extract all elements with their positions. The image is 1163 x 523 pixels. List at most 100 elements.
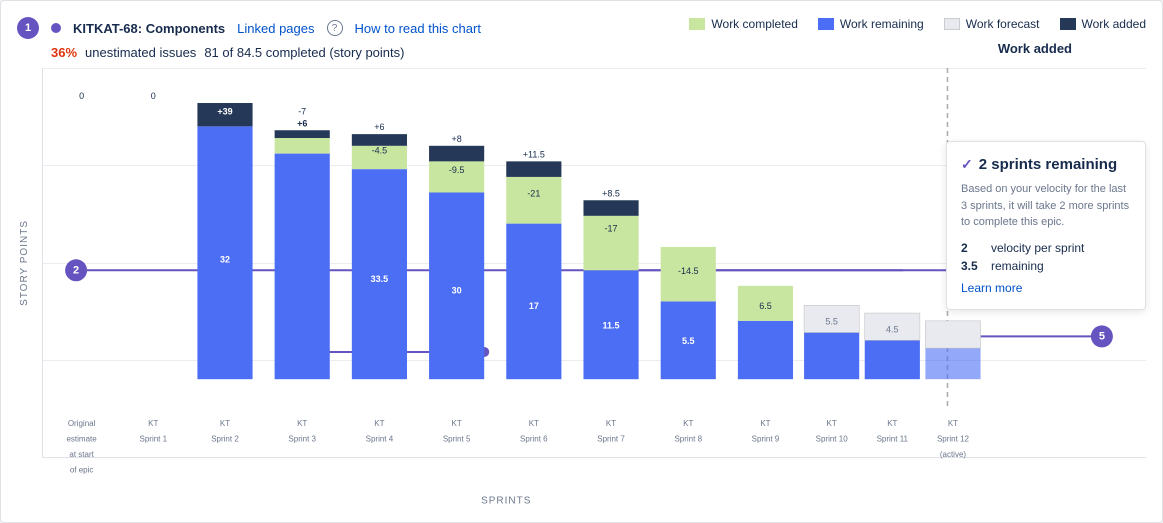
svg-text:Sprint 9: Sprint 9 [752,434,780,443]
svg-text:KT: KT [887,419,897,428]
info-box-description: Based on your velocity for the last 3 sp… [961,181,1131,231]
y-axis-label: STORY POINTS [17,212,32,314]
legend: Work completed Work remaining Work forec… [689,17,1146,31]
legend-box-completed [689,18,705,30]
bar-sprint7: -17 +8.5 11.5 KT Sprint 7 [583,188,638,443]
svg-text:0: 0 [151,91,156,101]
svg-text:of epic: of epic [70,466,94,475]
bar-sprint10: 5.5 KT Sprint 10 [804,305,859,443]
svg-text:2: 2 [73,264,79,276]
legend-work-completed: Work completed [689,17,797,31]
svg-text:-7: -7 [298,107,306,117]
check-icon: ✓ [961,156,973,173]
svg-text:-9.5: -9.5 [449,165,465,175]
help-icon[interactable]: ? [327,20,343,36]
remaining-stat: 3.5 remaining [961,259,1131,273]
bar-sprint2: +39 32 KT Sprint 2 [197,103,252,443]
legend-work-added: Work added [1060,17,1146,31]
legend-label-added: Work added [1082,17,1146,31]
svg-text:5.5: 5.5 [825,317,838,327]
svg-text:11.5: 11.5 [603,321,620,331]
board-name[interactable]: KITKAT-68: Components [73,21,225,36]
svg-text:5.5: 5.5 [682,336,695,346]
svg-text:Sprint 11: Sprint 11 [877,434,909,443]
svg-text:KT: KT [374,419,384,428]
svg-text:-4.5: -4.5 [372,146,388,156]
connector-dot [51,23,61,33]
unestimated-pct: 36% [51,45,77,60]
svg-text:at start: at start [69,450,94,459]
svg-text:(active): (active) [940,450,967,459]
velocity-value: 2 [961,241,985,255]
velocity-stat: 2 velocity per sprint [961,241,1131,255]
svg-text:KT: KT [606,419,616,428]
svg-text:32: 32 [220,255,230,265]
x-axis-label: SPRINTS [481,496,531,507]
remaining-label: remaining [991,259,1044,273]
legend-box-remaining [818,18,834,30]
svg-text:+39: +39 [217,107,232,117]
svg-text:Sprint 6: Sprint 6 [520,434,548,443]
legend-box-forecast [944,18,960,30]
how-to-link[interactable]: How to read this chart [355,21,481,36]
svg-text:Sprint 8: Sprint 8 [674,434,702,443]
svg-text:Sprint 1: Sprint 1 [140,434,168,443]
svg-text:5: 5 [1099,330,1105,342]
legend-work-forecast: Work forecast [944,17,1040,31]
svg-text:Sprint 12: Sprint 12 [937,434,970,443]
svg-text:KT: KT [683,419,693,428]
learn-more-link[interactable]: Learn more [961,281,1131,295]
svg-text:17: 17 [529,301,539,311]
bar-sprint9: 6.5 KT Sprint 9 [738,286,793,444]
bar-sprint12: KT Sprint 12 (active) [925,321,980,459]
completed-label: 81 of 84.5 completed (story points) [204,45,404,60]
svg-text:6.5: 6.5 [759,301,772,311]
svg-text:KT: KT [297,419,307,428]
bar-original: 0 Original estimate at start of epic [66,91,97,474]
bar-sprint11: 4.5 KT Sprint 11 [865,313,920,443]
linked-pages-link[interactable]: Linked pages [237,21,314,36]
bar-sprint8: -14.5 5.5 KT Sprint 8 [661,247,716,444]
bar-sprint1: 0 KT Sprint 1 [140,91,168,443]
svg-text:-17: -17 [605,223,618,233]
svg-text:+6: +6 [374,122,384,132]
svg-text:+8.5: +8.5 [602,188,620,198]
bar-sprint4: -4.5 +6 33.5 KT Sprint 4 [352,122,407,443]
svg-text:Sprint 10: Sprint 10 [816,434,849,443]
remaining-value: 3.5 [961,259,985,273]
svg-text:Sprint 4: Sprint 4 [366,434,394,443]
svg-text:Original: Original [68,419,96,428]
svg-text:KT: KT [452,419,462,428]
legend-label-completed: Work completed [711,17,797,31]
sprints-remaining-text: 2 sprints remaining [979,156,1117,173]
velocity-label: velocity per sprint [991,241,1084,255]
svg-text:0: 0 [79,91,84,101]
svg-text:Sprint 2: Sprint 2 [211,434,239,443]
svg-text:+8: +8 [451,134,461,144]
svg-text:+11.5: +11.5 [523,149,545,159]
svg-text:-21: -21 [527,188,540,198]
legend-work-remaining: Work remaining [818,17,924,31]
info-box: ✓ 2 sprints remaining Based on your velo… [946,141,1146,310]
svg-text:KT: KT [220,419,230,428]
legend-label-forecast: Work forecast [966,17,1040,31]
svg-text:estimate: estimate [66,434,97,443]
bar-sprint5: -9.5 +8 30 KT Sprint 5 [429,134,484,444]
svg-text:Sprint 7: Sprint 7 [597,434,625,443]
sub-header-row: 36% unestimated issues 81 of 84.5 comple… [17,45,1146,60]
work-added-label: Work added [998,41,1072,56]
svg-text:30: 30 [452,286,462,296]
legend-label-remaining: Work remaining [840,17,924,31]
info-box-title: ✓ 2 sprints remaining [961,156,1131,173]
legend-box-added [1060,18,1076,30]
svg-text:4.5: 4.5 [886,325,899,335]
svg-text:KT: KT [827,419,837,428]
svg-text:KT: KT [148,419,158,428]
svg-text:-14.5: -14.5 [678,266,699,276]
svg-text:+6: +6 [297,118,307,128]
bar-sprint3: +6 KT Sprint 3 -7 [275,107,330,444]
svg-text:33.5: 33.5 [371,274,389,284]
svg-text:Sprint 3: Sprint 3 [288,434,316,443]
svg-text:KT: KT [760,419,770,428]
unestimated-label: unestimated issues [85,45,196,60]
